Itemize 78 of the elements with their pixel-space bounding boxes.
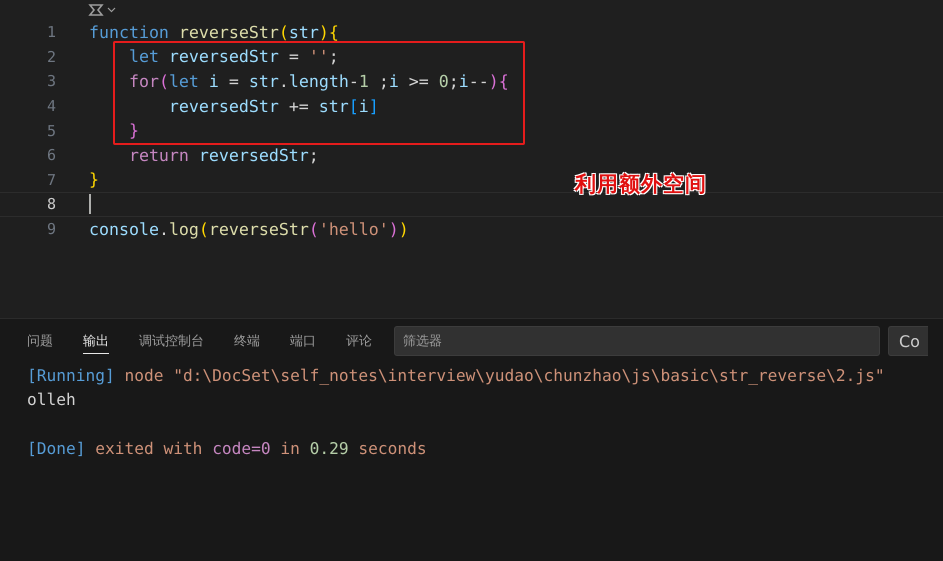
code-token: { (328, 22, 339, 42)
code-token: function (89, 22, 169, 42)
code-token: reversedStr (168, 47, 279, 66)
code-token: -- (468, 72, 489, 91)
output-text: in (279, 439, 301, 458)
output-text: code=0 (212, 439, 271, 458)
code-token: i (458, 72, 469, 91)
output-text: node "d:\DocSet\self_notes\interview\yudao\chunzhao\js\basic\str_reverse\2.js" (123, 366, 885, 385)
output-text: [Running] (27, 366, 115, 385)
code-token: log (168, 220, 199, 239)
code-token: - (348, 72, 359, 91)
panel-tab[interactable]: 终端 (234, 328, 260, 354)
code-token: ; (328, 47, 339, 66)
code-token: reverseStr (178, 22, 279, 42)
code-token: '' (308, 47, 329, 66)
code-token: let (168, 72, 199, 91)
code-token: str (318, 96, 349, 116)
line-number: 7 (46, 170, 56, 189)
line-number: 9 (46, 220, 56, 238)
code-token: ( (158, 72, 169, 91)
code-token: = (288, 47, 300, 66)
line-number: 4 (46, 97, 56, 116)
code-token: ( (198, 220, 209, 239)
panel-tab[interactable]: 评论 (346, 328, 372, 354)
code-token: reversedStr (168, 96, 279, 116)
code-token: for (128, 72, 159, 91)
code-token: str (248, 72, 279, 91)
panel-tab[interactable]: 问题 (27, 328, 53, 354)
panel-tab[interactable]: 端口 (290, 328, 316, 354)
panel-tab[interactable]: 调试控制台 (139, 328, 204, 354)
code-token: { (498, 72, 509, 91)
code-token: ) (488, 72, 499, 91)
code-token: } (89, 170, 99, 190)
output-text: [Done] (27, 439, 86, 458)
code-token: ] (368, 96, 379, 116)
output-text: seconds (357, 439, 427, 458)
code-token: length (288, 72, 349, 91)
line-number: 5 (46, 122, 56, 140)
line-number: 1 (46, 23, 56, 42)
code-token: ( (278, 22, 289, 42)
output-text: olleh (27, 390, 76, 410)
code-token: 1 (358, 72, 369, 91)
code-token: 0 (438, 72, 449, 91)
code-token: } (128, 121, 139, 140)
output-text: 0.29 (310, 439, 349, 458)
code-token: += (288, 96, 310, 116)
code-token: i (208, 72, 219, 91)
code-token: ) (388, 220, 399, 239)
code-token: reverseStr (208, 220, 309, 239)
line-number: 6 (46, 146, 56, 164)
code-token: = (228, 72, 240, 91)
code-token: i (388, 72, 399, 91)
text-cursor (89, 194, 91, 214)
code-token: ; (308, 146, 319, 165)
code-token: ; (378, 72, 389, 91)
line-number: 3 (46, 72, 56, 90)
panel-tab[interactable]: 输出 (83, 328, 109, 354)
line-number: 8 (46, 195, 56, 214)
output-text: exited with (94, 439, 204, 458)
code-token: ) (398, 220, 409, 239)
code-token: ) (318, 22, 329, 42)
line-number: 2 (46, 48, 56, 66)
annotation-text: 利用额外空间 (575, 170, 707, 198)
code-token: str (288, 22, 319, 42)
code-token: return (128, 146, 189, 165)
code-token: ( (308, 220, 319, 239)
code-token: [ (348, 96, 359, 116)
dropdown-button[interactable]: Co (888, 326, 928, 356)
code-token: >= (408, 72, 430, 91)
code-token: console (89, 220, 159, 239)
code-token: ; (448, 72, 459, 91)
filter-field[interactable]: 筛选器 (394, 326, 880, 356)
code-token: i (358, 96, 369, 116)
code-token: 'hello' (318, 220, 389, 239)
code-token: let (128, 47, 159, 66)
code-token: . (158, 220, 169, 239)
code-token: . (278, 72, 289, 91)
code-token: reversedStr (198, 146, 309, 165)
